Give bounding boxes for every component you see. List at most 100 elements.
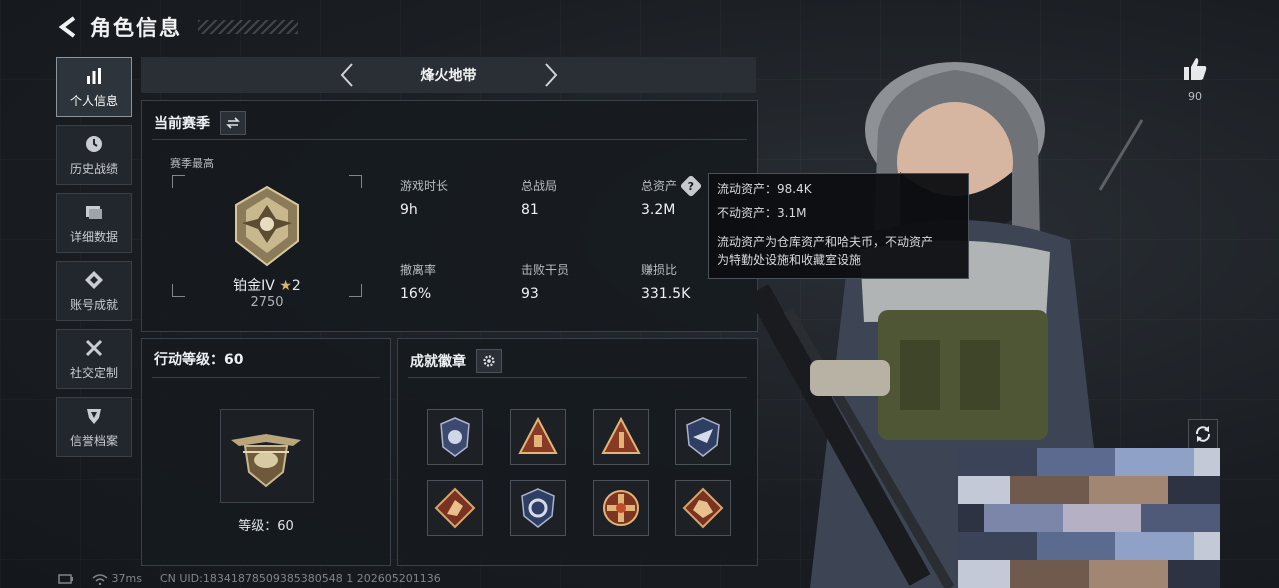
sidebar-item-personal-info[interactable]: 个人信息 bbox=[56, 57, 132, 117]
mosaic-cell bbox=[958, 532, 985, 560]
stat-value: 331.5K bbox=[641, 286, 691, 302]
sidebar-item-label: 信誉档案 bbox=[69, 433, 118, 448]
chevron-left-icon[interactable] bbox=[334, 61, 362, 89]
tooltip-description-line2: 为特勤处设施和收藏室设施 bbox=[717, 253, 862, 267]
action-level-panel: 行动等级：60 等级：60 bbox=[141, 338, 391, 566]
sidebar-item-achievements[interactable]: 账号成就 bbox=[56, 261, 132, 321]
stat-value: 16% bbox=[400, 286, 432, 302]
mosaic-cell bbox=[1141, 448, 1168, 476]
assets-tooltip: 流动资产：98.4K 不动资产：3.1M 流动资产为仓库资产和哈夫币，不动资产 … bbox=[708, 173, 969, 279]
mosaic-cell bbox=[1141, 560, 1168, 588]
mosaic-cell bbox=[1167, 476, 1194, 504]
frame-corner bbox=[349, 175, 362, 188]
mosaic-cell bbox=[1036, 476, 1063, 504]
swap-icon bbox=[226, 117, 240, 129]
page-header: 角色信息 bbox=[56, 12, 298, 42]
stat-operators-defeated: 击败干员 93 bbox=[521, 261, 569, 302]
mosaic-cell bbox=[1089, 532, 1116, 560]
mosaic-cell bbox=[1089, 448, 1116, 476]
mosaic-cell bbox=[1089, 504, 1116, 532]
stat-total-assets: 总资产 ? 3.2M bbox=[641, 174, 703, 218]
stat-label: 撤离率 bbox=[400, 263, 437, 277]
achievement-badge-3[interactable] bbox=[593, 409, 649, 465]
mosaic-cell bbox=[984, 504, 1011, 532]
triangle-bar-badge-icon bbox=[518, 416, 558, 454]
mosaic-cell bbox=[1036, 448, 1063, 476]
clock-icon bbox=[86, 135, 102, 152]
tooltip-fixed-assets: 不动资产：3.1M bbox=[717, 206, 807, 220]
rotate-model-button[interactable] bbox=[1188, 419, 1218, 449]
wing-shield-badge-icon bbox=[686, 417, 720, 457]
folder-icon bbox=[86, 205, 102, 219]
season-header: 当前赛季 bbox=[154, 111, 246, 135]
achievement-badge-5[interactable] bbox=[427, 480, 483, 536]
achievement-badge-2[interactable] bbox=[510, 409, 566, 465]
rank-box: 铂金IV ★2 2750 bbox=[172, 175, 362, 310]
mosaic-cell bbox=[1115, 532, 1142, 560]
sidebar-item-reputation[interactable]: 信誉档案 bbox=[56, 397, 132, 457]
sidebar-item-label: 社交定制 bbox=[69, 365, 118, 380]
battery-icon bbox=[58, 573, 73, 584]
sidebar-item-detailed-data[interactable]: 详细数据 bbox=[56, 193, 132, 253]
thumbs-up-icon bbox=[1184, 58, 1207, 80]
mosaic-cell bbox=[1010, 476, 1037, 504]
achievement-badge-4[interactable] bbox=[675, 409, 731, 465]
switch-season-button[interactable] bbox=[220, 111, 246, 135]
achievement-divider bbox=[408, 377, 747, 378]
sidebar-item-label: 个人信息 bbox=[69, 93, 118, 108]
level-text: 等级：60 bbox=[238, 519, 294, 534]
runner-badge-icon bbox=[434, 487, 476, 529]
level-emblem-frame bbox=[220, 409, 314, 503]
mosaic-cell bbox=[1193, 476, 1220, 504]
rank-score: 2750 bbox=[250, 295, 284, 310]
mosaic-cell bbox=[984, 476, 1011, 504]
mosaic-cell bbox=[984, 560, 1011, 588]
mosaic-cell bbox=[1141, 504, 1168, 532]
achievement-title: 成就徽章 bbox=[410, 354, 466, 370]
star-icon: ★ bbox=[279, 278, 292, 294]
platinum-rank-emblem-icon bbox=[235, 185, 299, 267]
mosaic-cell bbox=[1010, 532, 1037, 560]
achievement-settings-button[interactable] bbox=[476, 349, 502, 373]
back-arrow-icon[interactable] bbox=[56, 15, 80, 39]
action-level-header: 行动等级：60 bbox=[154, 349, 243, 369]
pixelated-mosaic bbox=[958, 448, 1220, 588]
medal-icon bbox=[85, 270, 103, 289]
sidebar-item-label: 详细数据 bbox=[69, 229, 118, 244]
status-footer: 37ms CN UID:18341878509385380548 1 20260… bbox=[58, 572, 441, 586]
page-title: 角色信息 bbox=[90, 16, 182, 40]
sidebar-item-history[interactable]: 历史战绩 bbox=[56, 125, 132, 185]
mosaic-cell bbox=[1167, 448, 1194, 476]
like-count: 90 bbox=[1188, 90, 1202, 103]
frame-corner bbox=[172, 175, 185, 188]
mosaic-cell bbox=[1193, 532, 1220, 560]
achievement-badge-1[interactable] bbox=[427, 409, 483, 465]
tools-icon bbox=[85, 339, 103, 356]
achievement-badge-6[interactable] bbox=[510, 480, 566, 536]
triangle-one-badge-icon bbox=[601, 416, 641, 454]
season-title: 当前赛季 bbox=[154, 116, 210, 132]
stat-label: 总战局 bbox=[521, 179, 558, 193]
mosaic-cell bbox=[1062, 560, 1089, 588]
mosaic-cell bbox=[958, 504, 985, 532]
mosaic-cell bbox=[1193, 504, 1220, 532]
help-icon[interactable]: ? bbox=[679, 174, 703, 197]
mosaic-cell bbox=[1062, 476, 1089, 504]
mosaic-cell bbox=[1141, 532, 1168, 560]
mode-name: 烽火地带 bbox=[420, 68, 477, 84]
stat-label: 击败干员 bbox=[521, 263, 570, 277]
mosaic-cell bbox=[1167, 532, 1194, 560]
stat-label-text: 总资产 bbox=[641, 179, 678, 193]
sidebar-item-social[interactable]: 社交定制 bbox=[56, 329, 132, 389]
action-level-divider bbox=[152, 377, 380, 378]
achievement-header: 成就徽章 bbox=[410, 349, 502, 373]
mosaic-cell bbox=[958, 476, 985, 504]
stat-value: 9h bbox=[400, 202, 418, 218]
like-button[interactable]: 90 bbox=[1178, 56, 1212, 103]
achievement-badge-7[interactable] bbox=[593, 480, 649, 536]
achievement-badge-8[interactable] bbox=[675, 480, 731, 536]
rotate-icon bbox=[1195, 426, 1211, 442]
chevron-right-icon[interactable] bbox=[536, 61, 564, 89]
mosaic-cell bbox=[1062, 532, 1089, 560]
cross-star-badge-icon bbox=[603, 490, 639, 526]
